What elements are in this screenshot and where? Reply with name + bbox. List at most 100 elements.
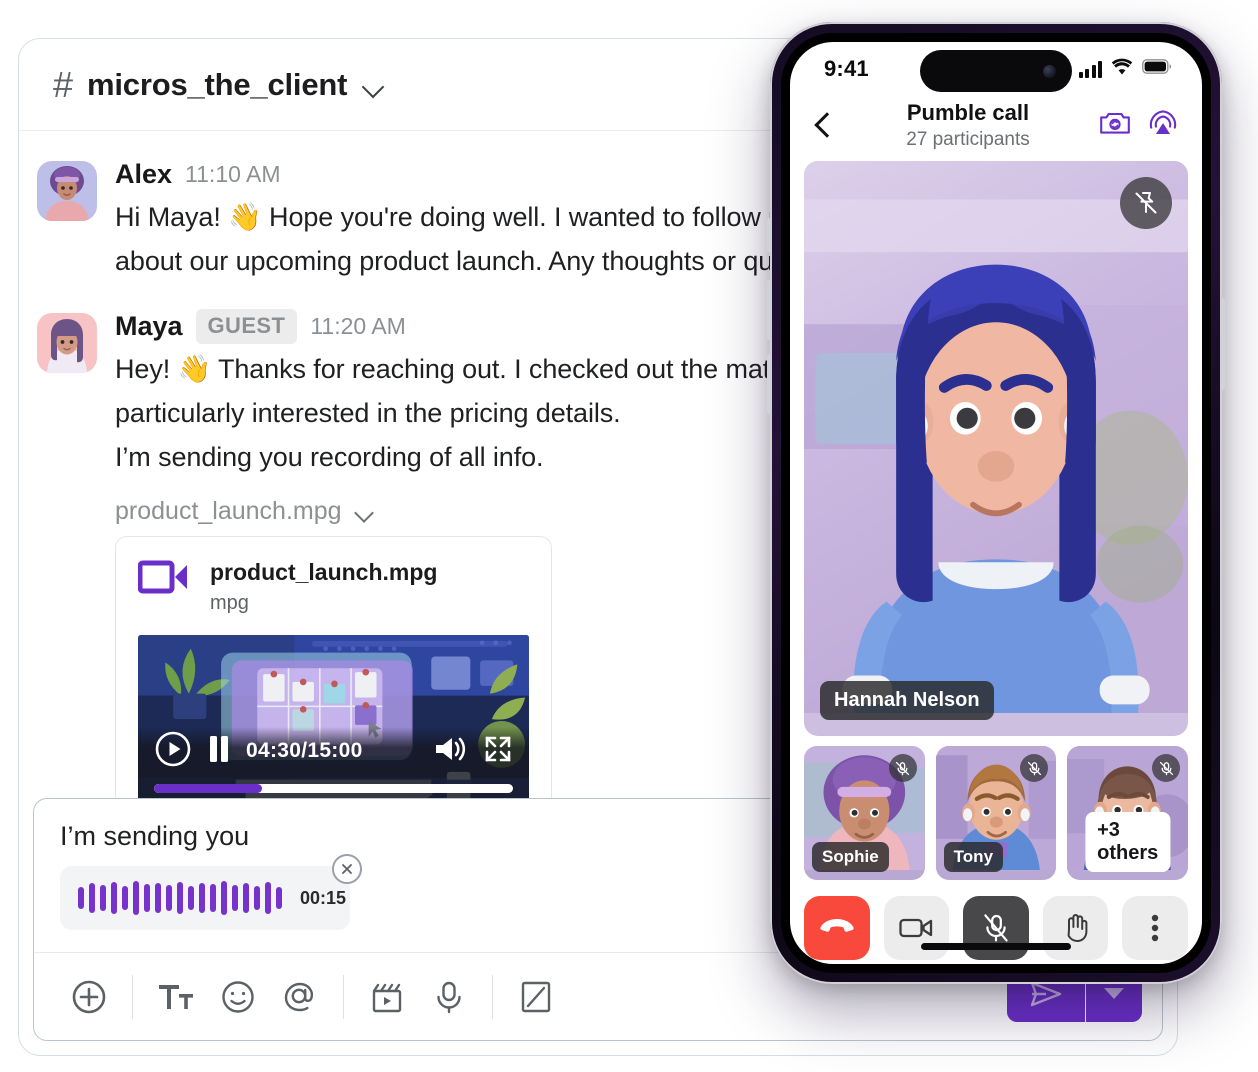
voice-note-duration: 00:15 bbox=[300, 887, 347, 908]
status-bar-time: 9:41 bbox=[824, 56, 869, 81]
voice-waveform bbox=[78, 881, 282, 915]
screenshot-root: # micros_the_client Alex 11:10 AM Hi May… bbox=[0, 0, 1258, 1072]
video-controls: 04:30/15:00 bbox=[138, 725, 529, 777]
waveform-bar bbox=[133, 881, 139, 915]
status-bar-indicators bbox=[1078, 58, 1173, 80]
camera-flip-icon[interactable] bbox=[1100, 110, 1130, 141]
main-speaker-name: Hannah Nelson bbox=[820, 681, 994, 720]
participant-name: Tony bbox=[943, 842, 1004, 872]
hash-icon: # bbox=[53, 63, 74, 105]
phone-screen: 9:41 Pumble call 27 participants Hannah … bbox=[781, 33, 1211, 973]
video-progress-bar[interactable] bbox=[154, 784, 513, 793]
waveform-bar bbox=[188, 886, 194, 910]
chevron-left-icon[interactable] bbox=[806, 109, 840, 143]
waveform-bar bbox=[254, 886, 260, 910]
overflow-participants-label: +3 others bbox=[1085, 812, 1171, 872]
waveform-bar bbox=[122, 886, 128, 910]
waveform-bar bbox=[199, 883, 205, 913]
video-camera-icon bbox=[137, 559, 190, 600]
waveform-bar bbox=[265, 882, 271, 914]
mic-off-icon bbox=[1152, 754, 1181, 782]
toolbar-divider bbox=[132, 974, 133, 1019]
wifi-icon bbox=[1111, 58, 1133, 80]
call-header: Pumble call 27 participants bbox=[790, 96, 1202, 161]
attachment-card-header: product_launch.mpg mpg bbox=[137, 559, 529, 615]
chevron-down-icon[interactable] bbox=[361, 72, 387, 98]
cellular-signal-icon bbox=[1078, 60, 1102, 78]
raise-hand-button[interactable] bbox=[1042, 896, 1109, 960]
canvas-button[interactable] bbox=[505, 966, 567, 1028]
waveform-bar bbox=[78, 887, 84, 909]
status-bar: 9:41 bbox=[790, 42, 1202, 96]
battery-full-icon bbox=[1142, 59, 1172, 79]
message-author: Maya bbox=[115, 310, 183, 341]
home-indicator bbox=[921, 943, 1071, 950]
waveform-bar bbox=[89, 883, 95, 913]
chevron-down-icon[interactable] bbox=[354, 501, 376, 523]
toggle-camera-button[interactable] bbox=[883, 896, 950, 960]
add-attachment-button[interactable] bbox=[58, 966, 120, 1028]
call-header-actions bbox=[1100, 109, 1178, 142]
end-call-button[interactable] bbox=[804, 896, 870, 960]
participant-thumbnails: Sophie Tony +3 others bbox=[804, 746, 1189, 880]
channel-name: micros_the_client bbox=[87, 66, 348, 102]
waveform-bar bbox=[221, 881, 227, 915]
formatting-button[interactable] bbox=[145, 966, 207, 1028]
mic-off-icon bbox=[888, 754, 917, 782]
avatar-maya[interactable] bbox=[37, 313, 97, 373]
phone-volume-up-button[interactable] bbox=[767, 280, 771, 340]
video-player[interactable]: 04:30/15:00 bbox=[138, 635, 529, 807]
more-options-button[interactable] bbox=[1122, 896, 1188, 960]
toolbar-divider bbox=[343, 974, 344, 1019]
fullscreen-icon[interactable] bbox=[483, 734, 513, 769]
waveform-bar bbox=[166, 885, 172, 911]
call-title: Pumble call bbox=[906, 100, 1030, 125]
attachment-card[interactable]: product_launch.mpg mpg 04:30/15:00 bbox=[115, 536, 552, 826]
participant-tile-sophie[interactable]: Sophie bbox=[804, 746, 925, 880]
toolbar-divider bbox=[492, 974, 493, 1019]
phone-silent-switch[interactable] bbox=[767, 218, 771, 252]
front-camera-icon bbox=[1043, 64, 1056, 78]
phone-power-button[interactable] bbox=[1221, 298, 1225, 390]
microphone-button[interactable] bbox=[418, 966, 480, 1028]
call-header-titles: Pumble call 27 participants bbox=[850, 100, 1086, 151]
waveform-bar bbox=[111, 882, 117, 914]
video-timestamp: 04:30/15:00 bbox=[246, 739, 363, 762]
airplay-cast-icon[interactable] bbox=[1148, 109, 1178, 142]
message-author: Alex bbox=[115, 158, 173, 189]
phone-volume-down-button[interactable] bbox=[767, 354, 771, 414]
speaker-volume-icon[interactable] bbox=[433, 734, 467, 769]
attachment-card-title: product_launch.mpg bbox=[210, 559, 438, 585]
message-time: 11:20 AM bbox=[310, 312, 406, 339]
toggle-mic-button[interactable] bbox=[963, 896, 1029, 960]
message-time: 11:10 AM bbox=[185, 160, 281, 187]
voice-note[interactable]: 00:15 bbox=[60, 866, 350, 930]
waveform-bar bbox=[243, 883, 249, 913]
phone-mockup: 9:41 Pumble call 27 participants Hannah … bbox=[767, 22, 1225, 984]
call-controls bbox=[804, 896, 1188, 960]
play-circle-icon[interactable] bbox=[154, 730, 192, 773]
participant-name: Sophie bbox=[812, 842, 889, 872]
attachment-card-type: mpg bbox=[210, 592, 249, 614]
avatar-alex[interactable] bbox=[37, 161, 97, 221]
participant-tile-tony[interactable]: Tony bbox=[935, 746, 1057, 880]
unpin-icon[interactable] bbox=[1120, 177, 1172, 229]
emoji-button[interactable] bbox=[207, 966, 269, 1028]
video-clip-button[interactable] bbox=[356, 966, 418, 1028]
waveform-bar bbox=[155, 883, 161, 913]
waveform-bar bbox=[177, 882, 183, 914]
main-speaker-tile[interactable]: Hannah Nelson bbox=[804, 161, 1188, 736]
waveform-bar bbox=[232, 885, 238, 911]
close-circle-icon[interactable] bbox=[332, 854, 362, 884]
attachment-card-meta: product_launch.mpg mpg bbox=[210, 559, 437, 615]
call-participants-count: 27 participants bbox=[906, 129, 1030, 150]
pause-icon[interactable] bbox=[208, 735, 230, 768]
waveform-bar bbox=[276, 887, 282, 909]
dynamic-island bbox=[920, 50, 1072, 92]
waveform-bar bbox=[100, 885, 106, 911]
guest-badge: GUEST bbox=[195, 308, 298, 344]
participant-tile-overflow[interactable]: +3 others bbox=[1067, 746, 1189, 880]
attachment-file-name: product_launch.mpg bbox=[115, 497, 342, 525]
mention-button[interactable] bbox=[269, 966, 331, 1028]
waveform-bar bbox=[210, 884, 216, 912]
